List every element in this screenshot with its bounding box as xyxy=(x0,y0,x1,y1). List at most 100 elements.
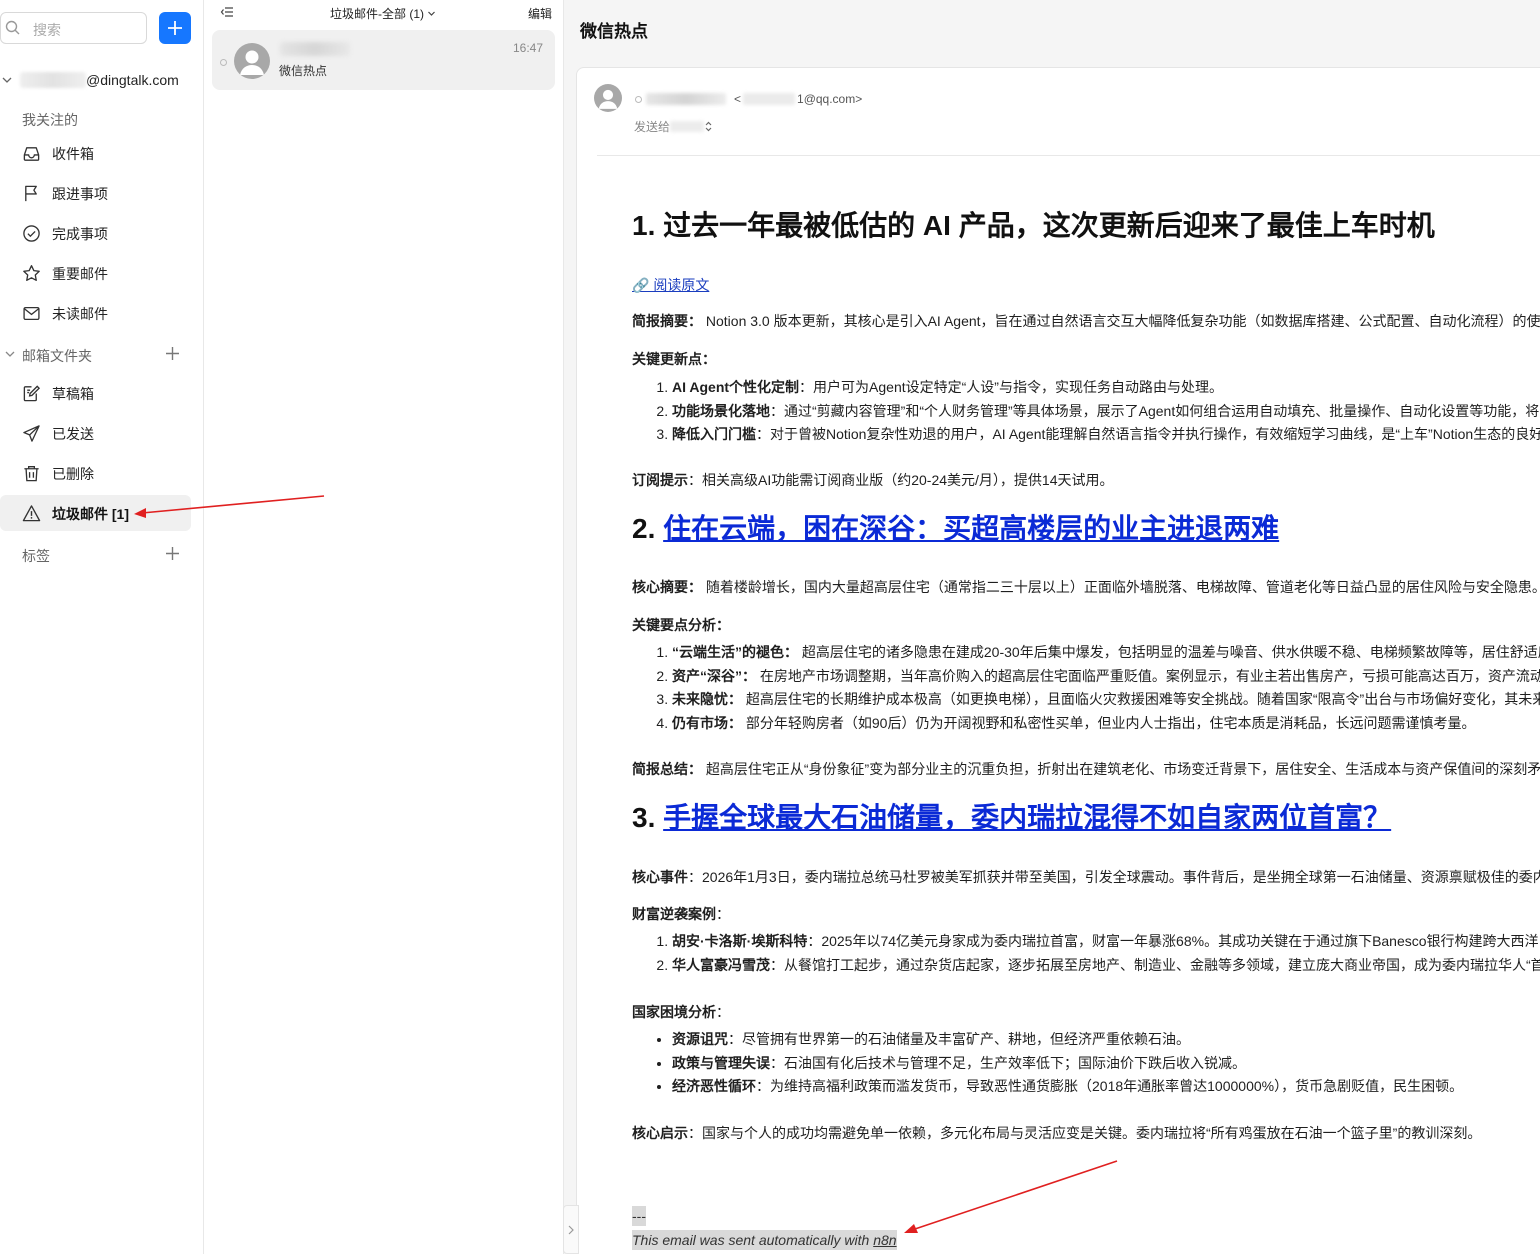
envelope-icon xyxy=(23,306,40,321)
account-row[interactable]: @dingtalk.com xyxy=(0,70,200,90)
list-item: 胡安·卡洛斯·埃斯科特：2025年以74亿美元身家成为委内瑞拉首富，财富一年暴涨… xyxy=(672,930,1540,954)
reading-pane: 微信热点 < 1@qq.com> 发送给 1. 过去一年最被低估的 AI 产品，… xyxy=(564,0,1540,1254)
list-item: 未来隐忧： 超高层住宅的长期维护成本极高（如更换电梯），且面临火灾救援困难等安全… xyxy=(672,688,1540,712)
collapse-pane-handle[interactable] xyxy=(563,1205,579,1254)
list-item: 功能场景化落地：通过“剪藏内容管理”和“个人财务管理”等具体场景，展示了Agen… xyxy=(672,400,1540,424)
inbox-icon xyxy=(23,147,40,161)
mail-list-pane: 垃圾邮件-全部 (1) 编辑 微信热点 16:47 xyxy=(204,0,564,1254)
sidebar-item-done[interactable]: 完成事项 xyxy=(0,215,191,251)
warning-icon xyxy=(22,505,41,522)
list-item: 资源诅咒：尽管拥有世界第一的石油储量及丰富矿产、耕地，但经济严重依赖石油。 xyxy=(672,1028,1463,1052)
event-text: ：2026年1月3日，委内瑞拉总统马杜罗被美军抓获并带至美国，引发全球震动。事件… xyxy=(688,869,1540,885)
sidebar-item-label: 跟进事项 xyxy=(52,186,108,202)
insight-label: 核心启示 xyxy=(632,1125,688,1141)
sidebar-item-important[interactable]: 重要邮件 xyxy=(0,255,191,291)
mail-list-item[interactable]: 微信热点 16:47 xyxy=(212,30,555,90)
chevron-down-icon xyxy=(428,11,435,16)
signature-separator: --- xyxy=(632,1206,646,1226)
list-item: 降低入门门槛：对于曾被Notion复杂性劝退的用户，AI Agent能理解自然语… xyxy=(672,423,1540,447)
points-label: 关键更新点： xyxy=(632,351,716,367)
sidebar-toggle-icon[interactable] xyxy=(220,5,234,19)
chevron-updown-icon xyxy=(705,121,712,132)
read-original-link[interactable]: 🔗 阅读原文 xyxy=(632,275,709,295)
sidebar-item-drafts[interactable]: 草稿箱 xyxy=(0,375,191,411)
cases-list: 胡安·卡洛斯·埃斯科特：2025年以74亿美元身家成为委内瑞拉首富，财富一年暴涨… xyxy=(672,930,1540,977)
chevron-down-icon[interactable] xyxy=(4,348,16,360)
nation-list: 资源诅咒：尽管拥有世界第一的石油储量及丰富矿产、耕地，但经济严重依赖石油。 政策… xyxy=(672,1028,1463,1099)
cases-label: 财富逆袭案例 xyxy=(632,906,716,922)
sender-status-dot-icon xyxy=(635,95,642,103)
plus-icon xyxy=(168,21,182,35)
insight-text: ：国家与个人的成功均需避免单一依赖，多元化布局与灵活应变是关键。委内瑞拉将“所有… xyxy=(688,1125,1482,1141)
sidebar-item-label: 已发送 xyxy=(52,426,94,442)
sidebar-item-label: 草稿箱 xyxy=(52,386,94,402)
chevron-down-icon xyxy=(2,77,12,83)
mail-list-header: 垃圾邮件-全部 (1) 编辑 xyxy=(204,0,564,26)
recipient-line[interactable]: 发送给 xyxy=(634,118,713,135)
chevron-right-icon xyxy=(568,1225,574,1234)
search-box[interactable]: 搜索 xyxy=(0,12,147,44)
sidebar-item-unread[interactable]: 未读邮件 xyxy=(0,295,191,331)
summary-text: Notion 3.0 版本更新，其核心是引入AI Agent，旨在通过自然语言交… xyxy=(702,313,1540,329)
mail-app: 搜索 @dingtalk.com 我关注的 收件箱 跟进事项 完成事项 重要邮件 xyxy=(0,0,1540,1254)
search-input[interactable]: 搜索 xyxy=(33,20,61,40)
update-points-list: AI Agent个性化定制：用户可为Agent设定特定“人设”与指令，实现任务自… xyxy=(672,376,1540,447)
edit-button[interactable]: 编辑 xyxy=(528,5,552,22)
avatar xyxy=(594,84,622,112)
tags-section-label[interactable]: 标签 xyxy=(22,546,50,566)
recipient-redacted xyxy=(670,121,705,132)
mail-time: 16:47 xyxy=(512,41,543,55)
add-folder-icon[interactable] xyxy=(165,346,180,361)
check-circle-icon xyxy=(23,225,40,242)
sender-name-redacted xyxy=(646,93,726,105)
sidebar-item-label: 收件箱 xyxy=(52,146,94,162)
section-3-heading: 3. 手握全球最大石油储量，委内瑞拉混得不如自家两位首富？ xyxy=(632,802,1392,833)
sidebar-item-label: 重要邮件 xyxy=(52,266,108,282)
sidebar-item-followup[interactable]: 跟进事项 xyxy=(0,175,191,211)
account-name-redacted xyxy=(20,72,86,88)
folder-filter-dropdown[interactable]: 垃圾邮件-全部 (1) xyxy=(330,5,436,22)
section-2-link[interactable]: 住在云端，困在深谷：买超高楼层的业主进退两难 xyxy=(663,513,1279,544)
star-icon xyxy=(23,265,40,282)
sender-email: 1@qq.com> xyxy=(797,92,863,106)
folders-section-label[interactable]: 邮箱文件夹 xyxy=(22,346,92,366)
tip-text: ：相关高级AI功能需订阅商业版（约20-24美元/月），提供14天试用。 xyxy=(688,472,1114,488)
header-divider xyxy=(597,155,1540,156)
sender-email-open: < xyxy=(734,92,742,106)
sidebar: 搜索 @dingtalk.com 我关注的 收件箱 跟进事项 完成事项 重要邮件 xyxy=(0,0,204,1254)
draft-icon xyxy=(23,385,41,402)
sidebar-item-spam[interactable]: 垃圾邮件 [1] xyxy=(0,495,191,531)
points-label: 关键要点分析： xyxy=(632,617,730,633)
person-icon xyxy=(598,89,618,109)
list-item: 经济恶性循环：为维持高福利政策而滥发货币，导致恶性通货膨胀（2018年通胀率曾达… xyxy=(672,1075,1463,1099)
compose-button[interactable] xyxy=(159,12,191,44)
n8n-link[interactable]: n8n xyxy=(873,1232,896,1248)
sender-line[interactable]: < 1@qq.com> xyxy=(635,92,862,106)
sidebar-item-sent[interactable]: 已发送 xyxy=(0,415,191,451)
section-3-link[interactable]: 手握全球最大石油储量，委内瑞拉混得不如自家两位首富？ xyxy=(663,802,1391,833)
event-label: 核心事件 xyxy=(632,869,688,885)
person-icon xyxy=(240,50,264,75)
sidebar-item-label: 完成事项 xyxy=(52,226,108,242)
summary-label: 简报摘要： xyxy=(632,313,702,329)
sidebar-item-label: 已删除 xyxy=(52,466,94,482)
send-icon xyxy=(23,425,40,442)
add-tag-icon[interactable] xyxy=(165,546,180,561)
list-item: 仍有市场： 部分年轻购房者（如90后）仍为开阔视野和私密性买单，但业内人士指出，… xyxy=(672,712,1540,736)
unread-dot-icon xyxy=(220,59,227,66)
message-card: < 1@qq.com> 发送给 1. 过去一年最被低估的 AI 产品，这次更新后… xyxy=(576,67,1540,1254)
section-1-heading: 1. 过去一年最被低估的 AI 产品，这次更新后迎来了最佳上车时机 xyxy=(632,210,1435,241)
favorites-section-label: 我关注的 xyxy=(22,112,78,128)
message-title: 微信热点 xyxy=(580,22,648,41)
folder-filter-label: 垃圾邮件-全部 (1) xyxy=(330,7,424,21)
analysis-points-list: “云端生活”的褪色： 超高层住宅的诸多隐患在建成20-30年后集中爆发，包括明显… xyxy=(672,641,1540,735)
sidebar-item-inbox[interactable]: 收件箱 xyxy=(0,135,191,171)
sidebar-item-deleted[interactable]: 已删除 xyxy=(0,455,191,491)
recipient-label: 发送给 xyxy=(634,120,671,134)
summary-label: 核心摘要： xyxy=(632,579,702,595)
sender-name-redacted xyxy=(280,42,350,56)
trash-icon xyxy=(24,465,39,482)
list-item: 政策与管理失误：石油国有化后技术与管理不足，生产效率低下；国际油价下跌后收入锐减… xyxy=(672,1052,1463,1076)
tip-label: 订阅提示 xyxy=(632,472,688,488)
flag-icon xyxy=(25,185,37,202)
